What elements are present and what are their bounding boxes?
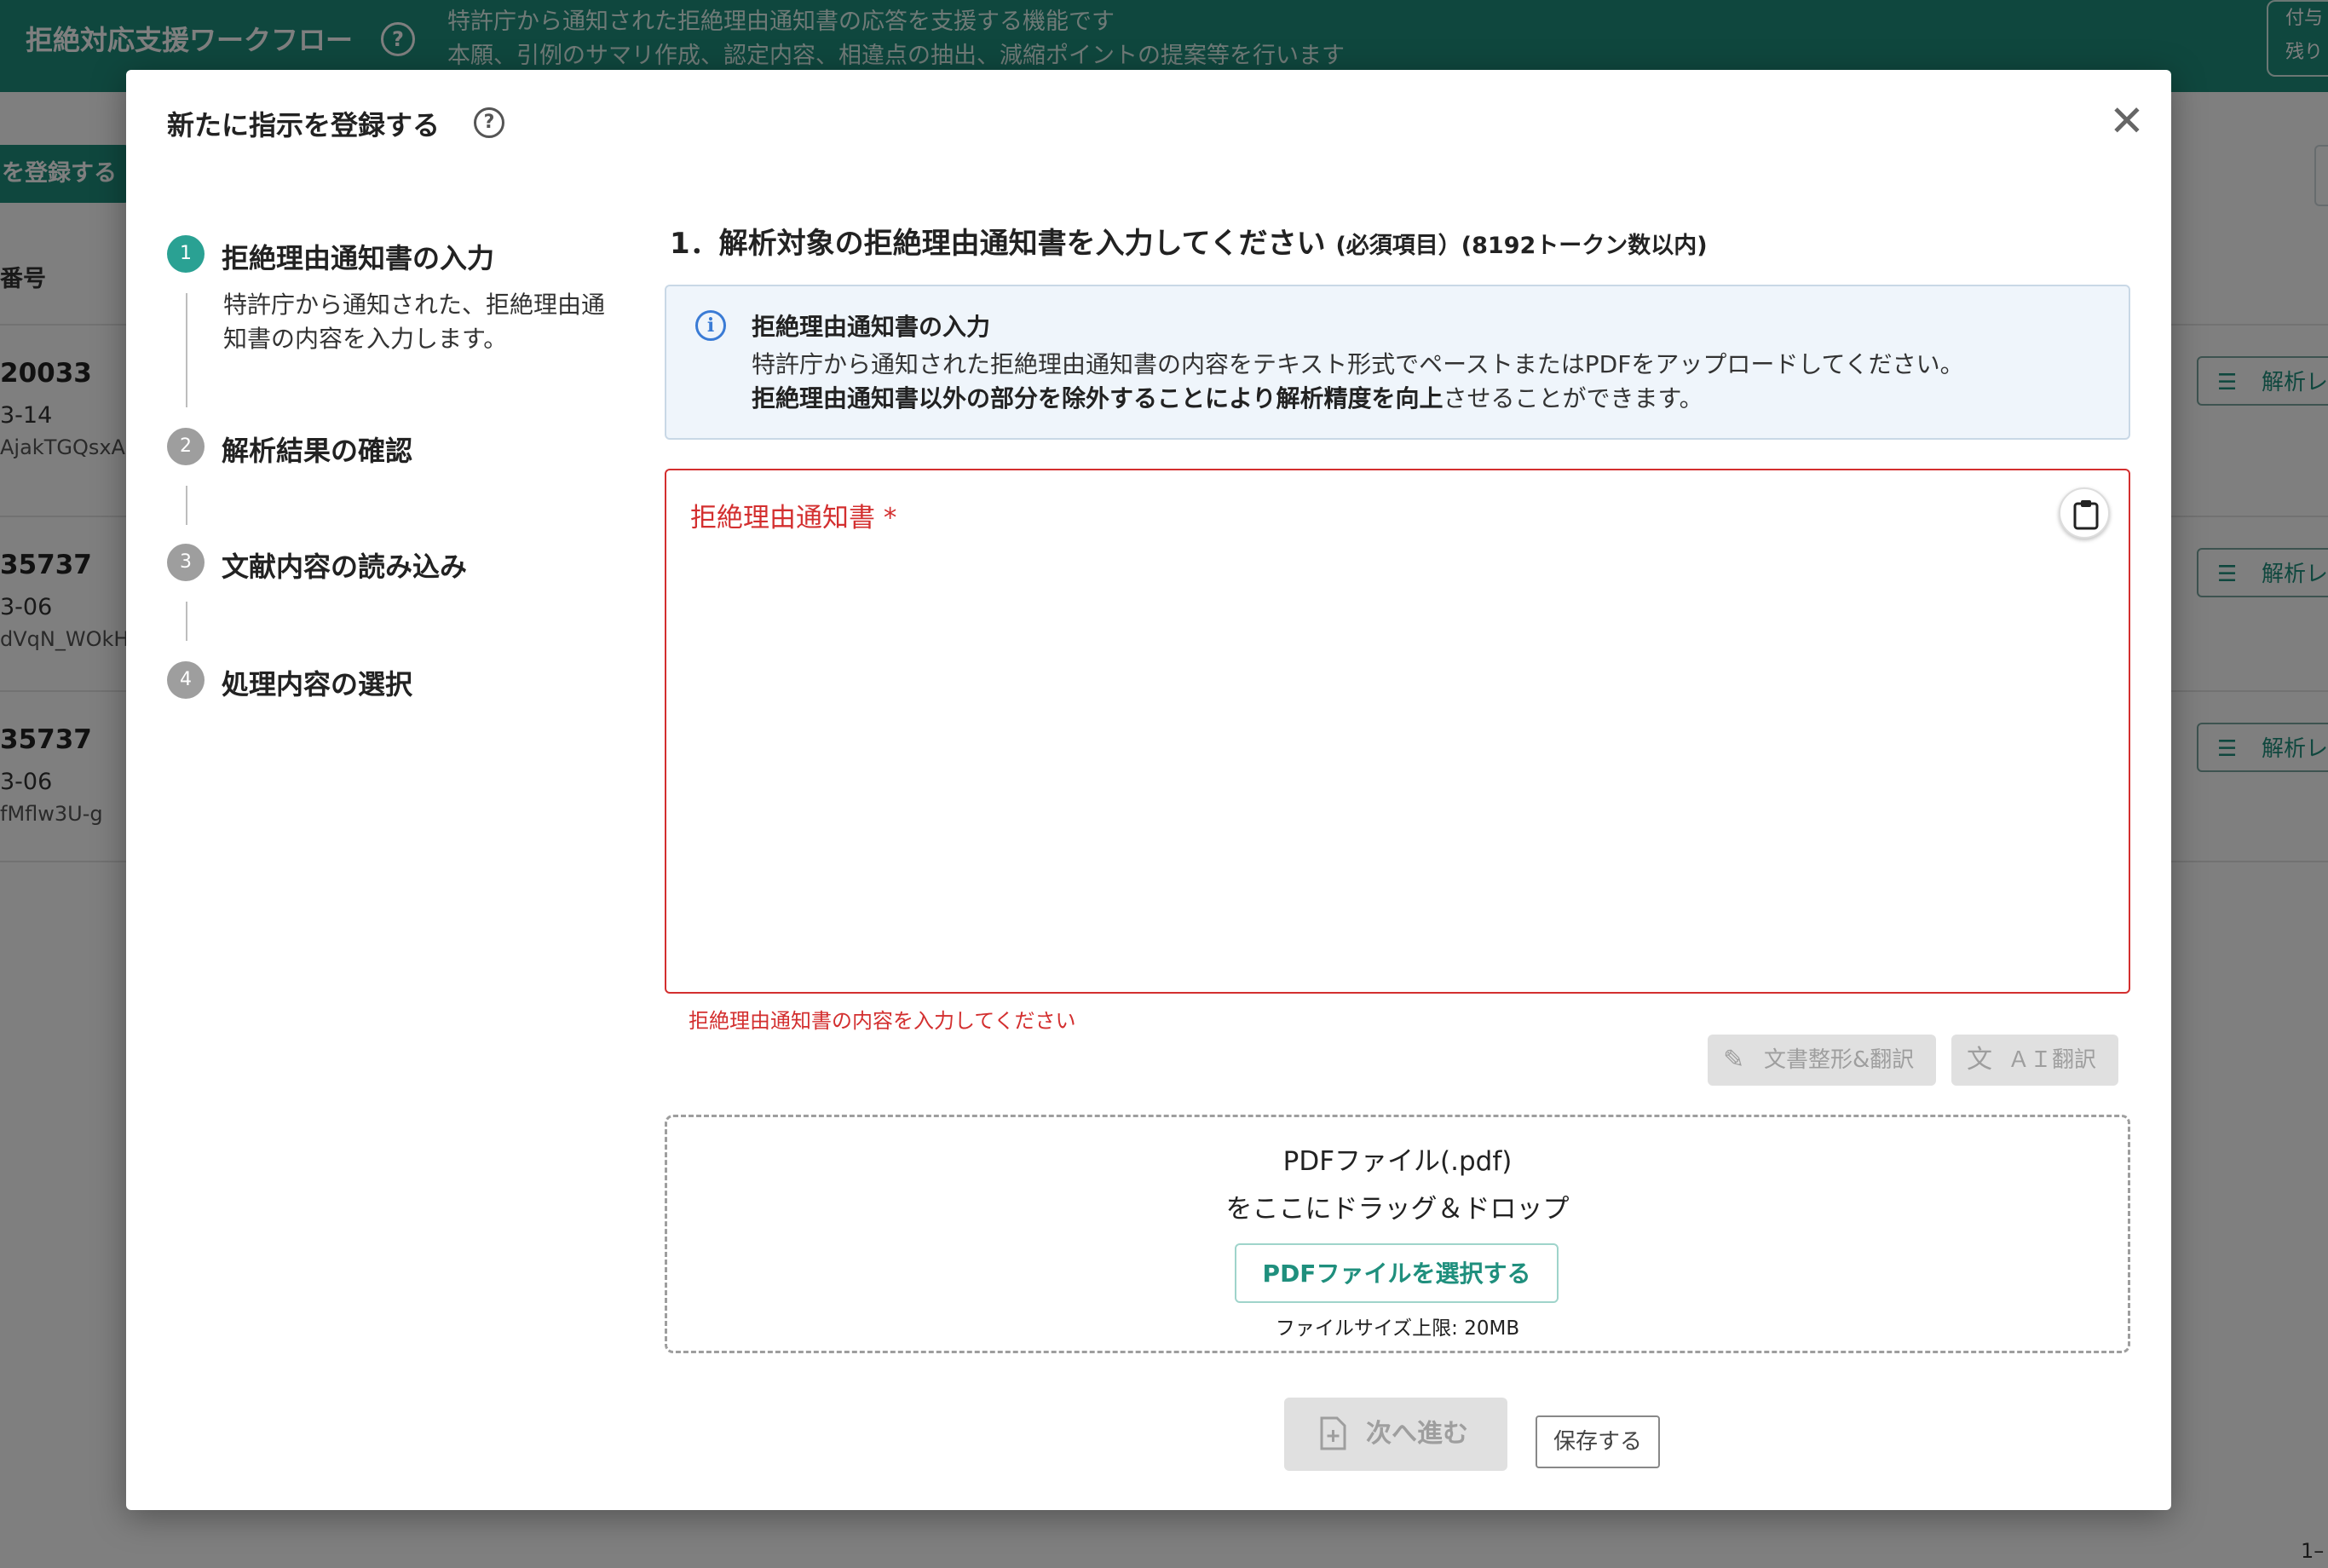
step-label: 処理内容の選択 — [222, 668, 413, 700]
select-pdf-button[interactable]: PDFファイルを選択する — [1235, 1243, 1559, 1303]
step-label: 文献内容の読み込み — [222, 551, 468, 583]
section-heading: 1．解析対象の拒絶理由通知書を入力してください (必須項目）(8192トークン数… — [670, 220, 1708, 262]
paste-button[interactable] — [2059, 487, 2110, 539]
textarea-label: 拒絶理由通知書 * — [690, 503, 897, 533]
textarea-error-text: 拒絶理由通知書の内容を入力してください — [689, 1009, 1076, 1033]
info-icon: i — [695, 310, 726, 341]
step-label: 拒絶理由通知書の入力 — [222, 242, 495, 274]
rejection-notice-textarea[interactable]: 拒絶理由通知書 * — [665, 469, 2130, 994]
dropzone-line2: をここにドラッグ＆ドロップ — [1225, 1194, 1570, 1225]
step-connector — [186, 486, 187, 525]
info-line2-rest: させることができます。 — [1443, 384, 1703, 412]
step-number: 4 — [167, 661, 205, 699]
dialog-title: 新たに指示を登録する — [167, 109, 441, 141]
format-translate-button[interactable]: ✎ 文書整形&翻訳 — [1708, 1035, 1936, 1086]
step-number: 2 — [167, 428, 205, 465]
clipboard-icon — [2073, 500, 2099, 530]
help-icon[interactable]: ? — [474, 107, 504, 138]
next-button[interactable]: 次へ進む — [1284, 1398, 1507, 1471]
pen-icon: ✎ — [1723, 1045, 1745, 1075]
dropzone-line1: PDFファイル(.pdf) — [1282, 1146, 1513, 1177]
format-translate-label: 文書整形&翻訳 — [1764, 1047, 1915, 1073]
save-button[interactable]: 保存する — [1536, 1415, 1660, 1468]
step-connector — [186, 602, 187, 641]
ai-translate-label: ＡＩ翻訳 — [2008, 1047, 2097, 1073]
step-description: 特許庁から通知された、拒絶理由通知書の内容を入力します。 — [223, 291, 606, 353]
next-button-label: 次へ進む — [1366, 1419, 1468, 1449]
register-instruction-dialog: 新たに指示を登録する ? ✕ 1 拒絶理由通知書の入力 特許庁から通知された、拒… — [126, 70, 2171, 1510]
ai-translate-button[interactable]: 文 ＡＩ翻訳 — [1951, 1035, 2118, 1086]
file-size-limit: ファイルサイズ上限: 20MB — [1275, 1317, 1520, 1340]
section-heading-note: (必須項目）(8192トークン数以内) — [1335, 233, 1708, 259]
step-label: 解析結果の確認 — [222, 435, 413, 467]
step-number: 3 — [167, 544, 205, 581]
translate-icon: 文 — [1967, 1045, 1992, 1075]
close-icon[interactable]: ✕ — [2103, 97, 2151, 145]
info-line2: 拒絶理由通知書以外の部分を除外することにより解析精度を向上させることができます。 — [752, 382, 2098, 416]
section-heading-text: 1．解析対象の拒絶理由通知書を入力してください — [670, 227, 1326, 261]
step-connector — [186, 293, 187, 407]
info-line2-emphasis: 拒絶理由通知書以外の部分を除外することにより解析精度を向上 — [752, 384, 1443, 412]
info-alert: i 拒絶理由通知書の入力 特許庁から通知された拒絶理由通知書の内容をテキスト形式… — [665, 285, 2130, 440]
pdf-drop-zone[interactable]: PDFファイル(.pdf) をここにドラッグ＆ドロップ PDFファイルを選択する… — [665, 1115, 2130, 1353]
add-document-icon — [1320, 1416, 1346, 1450]
info-line1: 特許庁から通知された拒絶理由通知書の内容をテキスト形式でペーストまたはPDFをア… — [752, 350, 1964, 378]
info-text: 特許庁から通知された拒絶理由通知書の内容をテキスト形式でペーストまたはPDFをア… — [752, 348, 2098, 416]
info-title: 拒絶理由通知書の入力 — [752, 313, 991, 341]
step-number: 1 — [167, 235, 205, 273]
